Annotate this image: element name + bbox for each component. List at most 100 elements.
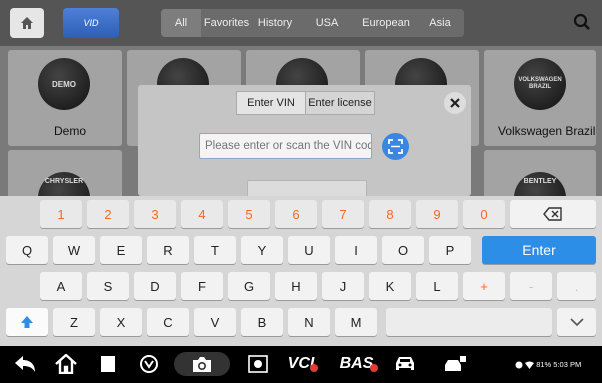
- tab-european[interactable]: European: [356, 9, 416, 37]
- key-label: C: [163, 314, 173, 330]
- key-0[interactable]: 0: [463, 200, 505, 228]
- vci-status-button[interactable]: VCI: [280, 352, 326, 376]
- key-i[interactable]: I: [335, 236, 377, 264]
- key-3[interactable]: 3: [134, 200, 176, 228]
- search-icon[interactable]: [573, 13, 591, 31]
- tab-enter-vin[interactable]: Enter VIN: [236, 91, 306, 115]
- scan-icon: [388, 139, 403, 154]
- remote-diagnosis-button[interactable]: [440, 352, 470, 376]
- tab-label: Favorites: [203, 17, 250, 29]
- key-u[interactable]: U: [288, 236, 330, 264]
- tab-label: USA: [315, 17, 339, 29]
- key-s[interactable]: S: [87, 272, 129, 300]
- tab-enter-license[interactable]: Enter license: [305, 91, 375, 115]
- screenshot-button[interactable]: [174, 352, 230, 376]
- scan-button[interactable]: [382, 133, 409, 160]
- key-j[interactable]: J: [322, 272, 364, 300]
- close-icon: [450, 98, 460, 108]
- tab-label: Enter VIN: [247, 97, 295, 109]
- vid-button[interactable]: VID: [63, 8, 119, 38]
- key-6[interactable]: 6: [275, 200, 317, 228]
- key-1[interactable]: 1: [40, 200, 82, 228]
- vin-dialog: Enter VIN Enter license: [138, 85, 471, 196]
- vehicle-button[interactable]: [390, 352, 420, 376]
- back-button[interactable]: [12, 352, 38, 376]
- notification-icon: [515, 361, 523, 369]
- home-nav-button[interactable]: [52, 352, 80, 376]
- key-9[interactable]: 9: [416, 200, 458, 228]
- key-2[interactable]: 2: [87, 200, 129, 228]
- key-r[interactable]: R: [147, 236, 189, 264]
- dialog-action-button[interactable]: [247, 180, 367, 196]
- bas-status-button[interactable]: BAS: [334, 352, 384, 376]
- key-w[interactable]: W: [53, 236, 95, 264]
- key-label: G: [243, 278, 255, 294]
- key-t[interactable]: T: [194, 236, 236, 264]
- key-h[interactable]: H: [275, 272, 317, 300]
- space-key[interactable]: [386, 308, 552, 336]
- shift-key[interactable]: [6, 308, 48, 336]
- key-label: 9: [433, 206, 441, 222]
- key-label: D: [150, 278, 160, 294]
- key-f[interactable]: F: [181, 272, 223, 300]
- key-k[interactable]: K: [369, 272, 411, 300]
- key-label: O: [397, 242, 409, 258]
- key-label: .: [574, 278, 579, 294]
- top-toolbar: VID All Favorites History USA European A…: [0, 0, 602, 46]
- home-icon: [21, 17, 33, 29]
- brand-tile-volkswagen-brazil[interactable]: VOLKSWAGEN BRAZIL Volkswagen Brazil: [484, 50, 596, 146]
- enter-key[interactable]: Enter: [482, 236, 596, 264]
- key-period[interactable]: .: [557, 272, 596, 300]
- battery-time-text: 81% 5:03 PM: [536, 360, 582, 369]
- hide-keyboard-key[interactable]: [557, 308, 596, 336]
- logo-text: VOLKSWAGEN BRAZIL: [518, 77, 562, 90]
- home-button[interactable]: [10, 8, 44, 38]
- key-minus[interactable]: -: [510, 272, 552, 300]
- key-5[interactable]: 5: [228, 200, 270, 228]
- key-a[interactable]: A: [40, 272, 82, 300]
- brand-tile-demo[interactable]: DEMO Demo: [8, 50, 122, 146]
- tab-history[interactable]: History: [252, 9, 298, 37]
- vci-shield-button[interactable]: [136, 352, 162, 376]
- brand-label: Demo: [54, 124, 87, 138]
- tab-favorites[interactable]: Favorites: [201, 9, 252, 37]
- key-y[interactable]: Y: [241, 236, 283, 264]
- key-v[interactable]: V: [194, 308, 236, 336]
- brand-logo: VOLKSWAGEN BRAZIL: [514, 58, 566, 110]
- key-8[interactable]: 8: [369, 200, 411, 228]
- key-l[interactable]: L: [416, 272, 458, 300]
- key-d[interactable]: D: [134, 272, 176, 300]
- key-label: 4: [198, 206, 206, 222]
- vin-input[interactable]: [199, 133, 372, 159]
- key-q[interactable]: Q: [6, 236, 48, 264]
- error-badge-icon: [370, 364, 379, 372]
- key-e[interactable]: E: [100, 236, 142, 264]
- key-o[interactable]: O: [382, 236, 424, 264]
- key-p[interactable]: P: [429, 236, 471, 264]
- key-plus[interactable]: +: [463, 272, 505, 300]
- brand-tile-bentley[interactable]: BENTLEY: [484, 150, 596, 224]
- key-label: E: [116, 242, 126, 258]
- key-4[interactable]: 4: [181, 200, 223, 228]
- key-z[interactable]: Z: [53, 308, 95, 336]
- key-label: 1: [57, 206, 65, 222]
- key-c[interactable]: C: [147, 308, 189, 336]
- key-label: A: [56, 278, 66, 294]
- key-7[interactable]: 7: [322, 200, 364, 228]
- key-m[interactable]: M: [335, 308, 377, 336]
- tab-all[interactable]: All: [161, 9, 201, 37]
- recents-button[interactable]: [96, 352, 120, 376]
- backspace-key[interactable]: [510, 200, 596, 228]
- tab-asia[interactable]: Asia: [416, 9, 464, 37]
- key-label: W: [67, 242, 81, 258]
- close-button[interactable]: [444, 92, 466, 114]
- key-b[interactable]: B: [241, 308, 283, 336]
- back-icon: [15, 356, 35, 372]
- key-n[interactable]: N: [288, 308, 330, 336]
- key-g[interactable]: G: [228, 272, 270, 300]
- display-settings-button[interactable]: [246, 352, 270, 376]
- key-x[interactable]: X: [100, 308, 142, 336]
- key-label: S: [103, 278, 113, 294]
- brand-tile-chrysler[interactable]: CHRYSLER: [8, 150, 122, 224]
- tab-usa[interactable]: USA: [298, 9, 356, 37]
